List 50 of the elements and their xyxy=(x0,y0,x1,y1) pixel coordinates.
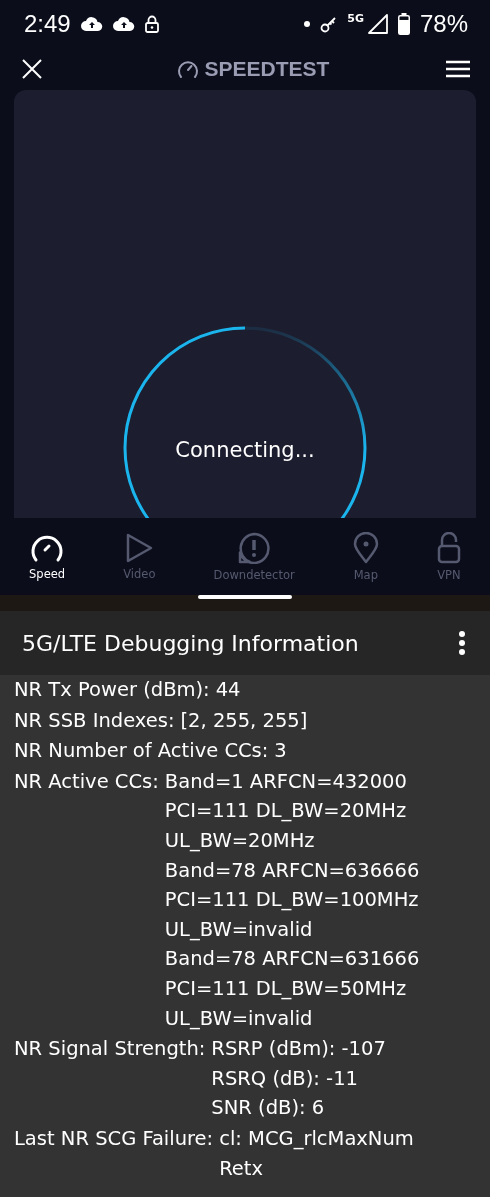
info-value: Band=78 ARFCN=636666 xyxy=(164,857,420,884)
info-value: PCI=111 DL_BW=100MHz xyxy=(164,887,420,914)
info-value: PCI=111 DL_BW=20MHz xyxy=(164,798,408,825)
info-value: UL_BW=invalid xyxy=(164,1005,314,1032)
lock-icon xyxy=(144,15,159,33)
info-value: RSRQ (dB): -11 xyxy=(211,1065,359,1092)
nav-tab[interactable]: VPN xyxy=(432,518,465,595)
unlocked-lock-icon xyxy=(436,531,461,564)
clock: 2:49 xyxy=(24,10,71,38)
nav-tab[interactable]: Downdetector xyxy=(209,518,299,595)
network-type: 5G xyxy=(347,12,364,25)
map-pin-icon xyxy=(352,531,379,564)
play-icon xyxy=(125,532,154,563)
info-value: Retx xyxy=(219,1155,265,1182)
close-icon[interactable] xyxy=(22,59,42,79)
info-value: UL_BW=20MHz xyxy=(164,827,316,854)
nav-tab[interactable]: Video xyxy=(119,518,160,595)
battery-percentage: 78% xyxy=(419,10,468,38)
info-value: SNR (dB): 6 xyxy=(211,1095,326,1122)
panel-title: 5G/LTE Debugging Information xyxy=(22,630,359,656)
info-value: cl: MCG_rlcMaxNum xyxy=(219,1125,414,1152)
info-value: 44 xyxy=(215,677,241,703)
info-label: NR Tx Power (dBm): xyxy=(14,677,210,703)
signal-icon xyxy=(367,14,388,34)
cloud-upload-icon xyxy=(80,17,103,31)
info-value: RSRP (dBm): -107 xyxy=(211,1036,386,1063)
info-label: NR SSB Indexes: xyxy=(14,707,175,734)
cloud-upload-icon xyxy=(112,17,135,31)
info-value: [2, 255, 255] xyxy=(180,707,308,734)
drag-handle[interactable] xyxy=(198,595,292,599)
gauge-icon xyxy=(176,59,199,79)
info-label: NR Active CCs: xyxy=(14,768,159,795)
info-value: UL_BW=invalid xyxy=(164,916,314,943)
info-label: NR Number of Active CCs: xyxy=(14,738,269,765)
alert-icon xyxy=(237,531,272,564)
info-value: PCI=111 DL_BW=50MHz xyxy=(164,975,408,1002)
nav-tab[interactable]: Map xyxy=(348,518,383,595)
nav-tab[interactable]: Speed xyxy=(25,518,70,595)
connection-status: Connecting... xyxy=(175,438,315,462)
info-value: Band=78 ARFCN=631666 xyxy=(164,946,420,973)
battery-icon xyxy=(397,13,410,35)
app-title: SPEEDTEST xyxy=(204,57,330,81)
more-options-icon[interactable] xyxy=(458,631,466,655)
dot-icon xyxy=(304,21,311,27)
info-label: Last NR SCG Failure: xyxy=(14,1125,214,1152)
info-label: NR Signal Strength: xyxy=(14,1036,206,1063)
key-icon xyxy=(320,15,338,33)
info-value: Band=1 ARFCN=432000 xyxy=(164,768,408,795)
info-value: 3 xyxy=(274,738,287,765)
menu-icon[interactable] xyxy=(446,60,470,78)
